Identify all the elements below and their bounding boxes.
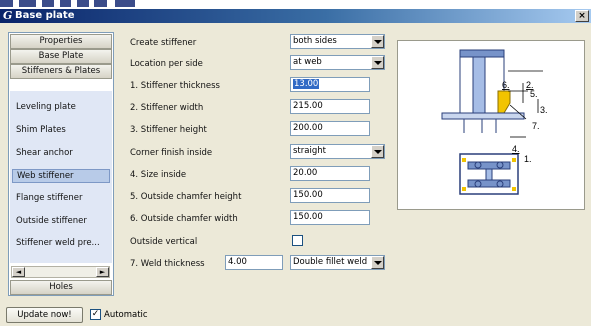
create-stiffener-label: Create stiffener bbox=[130, 38, 197, 48]
nav-group-stiffeners-plates[interactable]: Stiffeners & Plates bbox=[10, 64, 112, 79]
nav-item-flange-stiffener[interactable]: Flange stiffener bbox=[16, 192, 83, 204]
chamfer-width-label: 6. Outside chamfer width bbox=[130, 214, 238, 224]
flange-top-shape bbox=[459, 49, 505, 58]
nav-item-shim-plates[interactable]: Shim Plates bbox=[16, 124, 66, 136]
dim-label-7: 7. bbox=[532, 121, 540, 131]
banner-block bbox=[19, 0, 36, 7]
chamfer-width-input[interactable]: 150.00 bbox=[290, 210, 370, 225]
weld-thickness-input[interactable]: 4.00 bbox=[225, 255, 283, 270]
stiffener-width-input[interactable]: 215.00 bbox=[290, 99, 370, 114]
weld-shape bbox=[462, 187, 466, 191]
outside-vertical-checkbox[interactable] bbox=[292, 235, 303, 246]
corner-finish-label: Corner finish inside bbox=[130, 148, 213, 158]
update-now-button[interactable]: Update now! bbox=[6, 307, 83, 323]
app-logo-icon: G bbox=[3, 9, 13, 22]
nav-group-properties[interactable]: Properties bbox=[10, 34, 112, 49]
nav-group-base-plate[interactable]: Base Plate bbox=[10, 49, 112, 64]
stiffener-height-label: 3. Stiffener height bbox=[130, 125, 207, 135]
weld-shape bbox=[462, 158, 466, 162]
weld-type-value: Double fillet weld bbox=[293, 257, 368, 267]
stiffener-diagram: 2. 3. 4. 5. 6. 7. 1. bbox=[397, 40, 585, 210]
size-inside-input[interactable]: 20.00 bbox=[290, 166, 370, 181]
create-stiffener-value: both sides bbox=[293, 36, 337, 46]
banner-block bbox=[60, 0, 71, 7]
close-button[interactable]: × bbox=[575, 10, 589, 22]
nav-item-leveling-plate[interactable]: Leveling plate bbox=[16, 101, 76, 113]
location-per-side-value: at web bbox=[293, 57, 322, 67]
stiffener-thickness-label: 1. Stiffener thickness bbox=[130, 81, 220, 91]
location-per-side-label: Location per side bbox=[130, 59, 203, 69]
automatic-checkbox[interactable]: ✓ bbox=[90, 309, 101, 320]
chamfer-height-input[interactable]: 150.00 bbox=[290, 188, 370, 203]
scroll-right-icon[interactable]: ► bbox=[96, 267, 109, 277]
stiffener-height-input[interactable]: 200.00 bbox=[290, 121, 370, 136]
banner-block bbox=[42, 0, 54, 7]
corner-finish-select[interactable]: straight bbox=[290, 144, 385, 159]
stiffener-width-label: 2. Stiffener width bbox=[130, 103, 204, 113]
column-web-shape bbox=[472, 56, 486, 114]
banner-block bbox=[115, 0, 135, 7]
window-titlebar[interactable]: G Base plate × bbox=[0, 9, 591, 23]
plan-flange-shape bbox=[467, 179, 511, 188]
dim-label-6: 6. bbox=[502, 80, 510, 90]
top-strip bbox=[0, 0, 591, 9]
banner-block bbox=[94, 0, 107, 7]
weld-shape bbox=[497, 90, 511, 114]
dim-label-4: 4. bbox=[512, 144, 520, 154]
plan-web-shape bbox=[485, 168, 493, 181]
nav-item-stiffener-weld-pre[interactable]: Stiffener weld pre... bbox=[16, 237, 100, 249]
banner-block bbox=[0, 0, 13, 7]
outside-vertical-label: Outside vertical bbox=[130, 237, 198, 247]
nav-item-outside-stiffener[interactable]: Outside stiffener bbox=[16, 215, 87, 227]
scroll-left-icon[interactable]: ◄ bbox=[12, 267, 25, 277]
dim-label-3: 3. bbox=[540, 105, 548, 115]
dim-label-5: 5. bbox=[530, 89, 538, 99]
stiffener-diagram-svg: 2. 3. 4. 5. 6. 7. 1. bbox=[441, 49, 548, 195]
chamfer-height-label: 5. Outside chamfer height bbox=[130, 192, 242, 202]
automatic-label: Automatic bbox=[104, 310, 148, 320]
stiffener-thickness-value: 13.00 bbox=[293, 79, 320, 89]
weld-shape bbox=[512, 187, 516, 191]
nav-item-web-stiffener[interactable]: Web stiffener bbox=[12, 169, 110, 183]
chevron-down-icon[interactable] bbox=[371, 256, 384, 269]
weld-thickness-label: 7. Weld thickness bbox=[130, 259, 205, 269]
size-inside-label: 4. Size inside bbox=[130, 170, 187, 180]
plan-flange-shape bbox=[467, 161, 511, 170]
nav-item-shear-anchor[interactable]: Shear anchor bbox=[16, 147, 73, 159]
navigation-panel: Properties Base Plate Stiffeners & Plate… bbox=[8, 32, 114, 296]
chevron-down-icon[interactable] bbox=[371, 145, 384, 158]
dialog-body: Properties Base Plate Stiffeners & Plate… bbox=[0, 23, 591, 326]
banner-block bbox=[77, 0, 89, 7]
window-title: Base plate bbox=[15, 10, 75, 21]
base-plate-shape bbox=[441, 112, 525, 120]
nav-horizontal-scrollbar[interactable]: ◄ ► bbox=[11, 266, 110, 278]
chevron-down-icon[interactable] bbox=[371, 35, 384, 48]
chevron-down-icon[interactable] bbox=[371, 56, 384, 69]
dim-label-1: 1. bbox=[524, 154, 532, 164]
stiffener-thickness-input[interactable]: 13.00 bbox=[290, 77, 370, 92]
weld-type-select[interactable]: Double fillet weld bbox=[290, 255, 385, 270]
weld-shape bbox=[512, 158, 516, 162]
nav-item-list: Leveling plate Shim Plates Shear anchor … bbox=[10, 91, 112, 263]
location-per-side-select[interactable]: at web bbox=[290, 55, 385, 70]
nav-group-holes[interactable]: Holes bbox=[10, 280, 112, 295]
create-stiffener-select[interactable]: both sides bbox=[290, 34, 385, 49]
corner-finish-value: straight bbox=[293, 146, 326, 156]
